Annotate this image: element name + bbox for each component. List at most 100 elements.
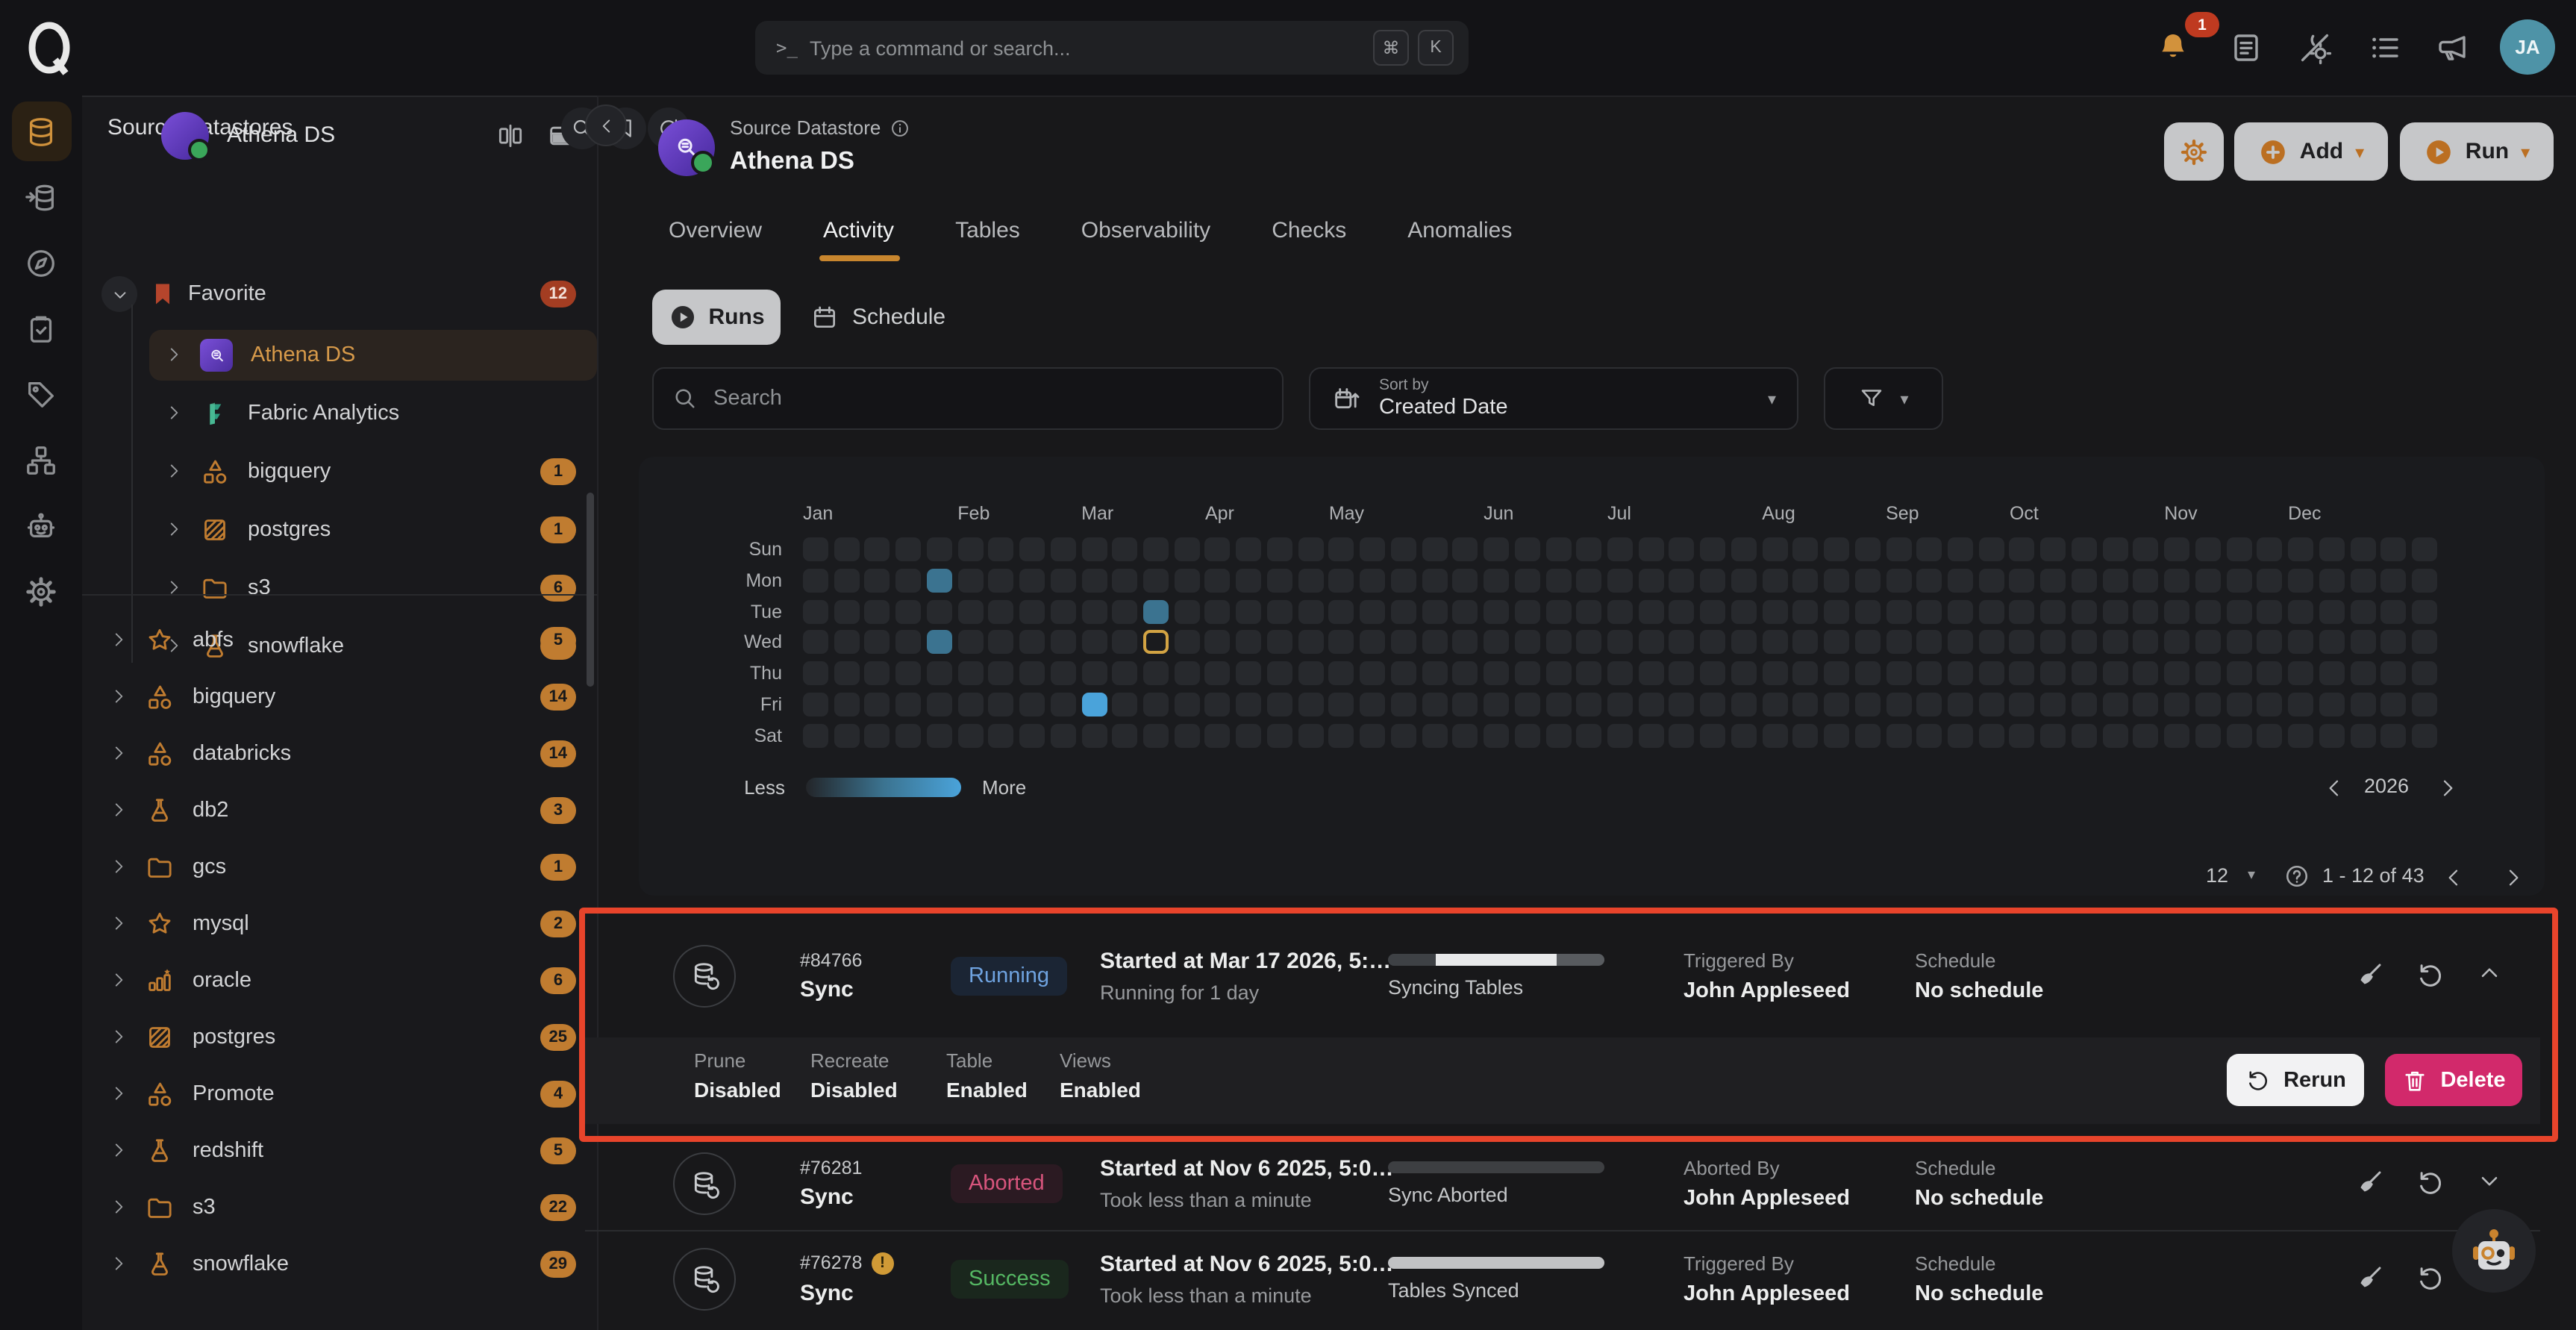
heatmap-cell[interactable] (1267, 569, 1292, 593)
heatmap-cell[interactable] (1143, 693, 1169, 716)
heatmap-cell[interactable] (1113, 662, 1138, 686)
heatmap-cell[interactable] (2226, 569, 2251, 593)
heatmap-cell[interactable] (1731, 724, 1757, 748)
chevron-right-icon[interactable] (164, 403, 185, 424)
heatmap-cell[interactable] (1453, 724, 1478, 748)
heatmap-cell[interactable] (1329, 599, 1354, 623)
heatmap-cell[interactable] (1762, 693, 1787, 716)
heatmap-cell[interactable] (1205, 537, 1231, 561)
heatmap-cell[interactable] (957, 599, 983, 623)
heatmap-cell[interactable] (1515, 693, 1540, 716)
heatmap-cell[interactable] (2412, 631, 2437, 655)
heatmap-cell[interactable] (2226, 537, 2251, 561)
warning-icon[interactable]: ! (871, 1252, 893, 1274)
heatmap-cell[interactable] (2133, 724, 2159, 748)
heatmap-cell[interactable] (1236, 599, 1261, 623)
heatmap-cell[interactable] (1051, 569, 1076, 593)
heatmap-cell[interactable] (1298, 724, 1323, 748)
heatmap-cell[interactable] (1577, 599, 1602, 623)
heatmap-cell[interactable] (1978, 693, 2004, 716)
tab-runs[interactable]: Runs (652, 290, 781, 345)
heatmap-cell[interactable] (1731, 693, 1757, 716)
heatmap-cell[interactable] (1948, 599, 1973, 623)
heatmap-cell[interactable] (865, 599, 890, 623)
heatmap-cell[interactable] (2164, 599, 2189, 623)
heatmap-cell[interactable] (989, 569, 1014, 593)
heatmap-cell[interactable] (1175, 693, 1200, 716)
heatmap-cell[interactable] (2010, 631, 2035, 655)
heatmap-cell[interactable] (1577, 724, 1602, 748)
tab-schedule[interactable]: Schedule (810, 290, 945, 345)
heatmap-cell[interactable] (1113, 599, 1138, 623)
heatmap-cell[interactable] (1886, 631, 1911, 655)
app-logo-icon[interactable] (18, 16, 81, 79)
heatmap-cell[interactable] (803, 724, 828, 748)
heatmap-cell[interactable] (1669, 569, 1695, 593)
heatmap-cell[interactable] (2350, 724, 2375, 748)
heatmap-cell[interactable] (1175, 724, 1200, 748)
heatmap-cell[interactable] (1669, 693, 1695, 716)
heatmap-cell[interactable] (1019, 724, 1045, 748)
heatmap-cell[interactable] (1762, 724, 1787, 748)
heatmap-cell[interactable] (1391, 599, 1416, 623)
chevron-right-icon[interactable] (109, 1254, 130, 1275)
chevron-right-icon[interactable] (109, 857, 130, 878)
heatmap-cell[interactable] (2010, 724, 2035, 748)
heatmap-cell[interactable] (2257, 724, 2283, 748)
heatmap-cell[interactable] (1607, 662, 1633, 686)
heatmap-cell[interactable] (1453, 599, 1478, 623)
heatmap-cell[interactable] (1391, 693, 1416, 716)
heatmap-cell[interactable] (1236, 631, 1261, 655)
heatmap-cell[interactable] (2164, 693, 2189, 716)
run-row-76278[interactable]: #76278!SyncSuccessStarted at Nov 6 2025,… (585, 1231, 2540, 1326)
sidebar-item-athena-ds[interactable]: Athena DS (82, 328, 597, 382)
heatmap-cell[interactable] (1577, 631, 1602, 655)
heatmap-cell[interactable] (1948, 537, 1973, 561)
heatmap-cell[interactable] (1978, 599, 2004, 623)
heatmap-cell[interactable] (1886, 693, 1911, 716)
heatmap-cell[interactable] (1886, 569, 1911, 593)
heatmap-cell[interactable] (1143, 537, 1169, 561)
heatmap-cell[interactable] (1143, 662, 1169, 686)
info-icon[interactable] (890, 117, 910, 138)
heatmap-cell[interactable] (1700, 693, 1725, 716)
heatmap-cell[interactable] (1731, 537, 1757, 561)
heatmap-cell[interactable] (1948, 631, 1973, 655)
chevron-right-icon[interactable] (109, 743, 130, 764)
heatmap-cell[interactable] (2319, 537, 2345, 561)
heatmap-cell[interactable] (1978, 631, 2004, 655)
heatmap-cell[interactable] (1113, 537, 1138, 561)
heatmap-cell[interactable] (2010, 599, 2035, 623)
heatmap-cell[interactable] (1886, 537, 1911, 561)
tab-tables[interactable]: Tables (955, 218, 1020, 264)
rerun-button[interactable]: Rerun (2227, 1054, 2364, 1106)
heatmap-cell[interactable] (1113, 724, 1138, 748)
heatmap-cell[interactable] (1731, 631, 1757, 655)
heatmap-cell[interactable] (2195, 693, 2221, 716)
heatmap-cell[interactable] (2319, 693, 2345, 716)
heatmap-cell[interactable] (989, 599, 1014, 623)
heatmap-cell[interactable] (927, 599, 952, 623)
heatmap-cell[interactable] (1577, 569, 1602, 593)
delete-button[interactable]: Delete (2385, 1054, 2522, 1106)
clean-icon[interactable] (2354, 1167, 2386, 1200)
heatmap-cell[interactable] (834, 599, 859, 623)
heatmap-cell[interactable] (1360, 631, 1385, 655)
sidebar-collapse-button[interactable] (585, 104, 627, 146)
heatmap-cell[interactable] (2380, 724, 2406, 748)
heatmap-cell[interactable] (1019, 599, 1045, 623)
heatmap-cell[interactable] (1298, 631, 1323, 655)
heatmap-cell[interactable] (957, 724, 983, 748)
heatmap-cell[interactable] (1824, 537, 1849, 561)
heatmap-cell[interactable] (1453, 662, 1478, 686)
heatmap-cell[interactable] (1515, 631, 1540, 655)
heatmap-cell[interactable] (1453, 537, 1478, 561)
heatmap-cell[interactable] (989, 693, 1014, 716)
heatmap-cell[interactable] (1081, 599, 1107, 623)
heatmap-cell[interactable] (1793, 724, 1819, 748)
heatmap-cell[interactable] (1019, 569, 1045, 593)
heatmap-cell[interactable] (1298, 599, 1323, 623)
heatmap-cell[interactable] (1236, 569, 1261, 593)
heatmap-cell[interactable] (1669, 662, 1695, 686)
heatmap-cell[interactable] (895, 599, 921, 623)
